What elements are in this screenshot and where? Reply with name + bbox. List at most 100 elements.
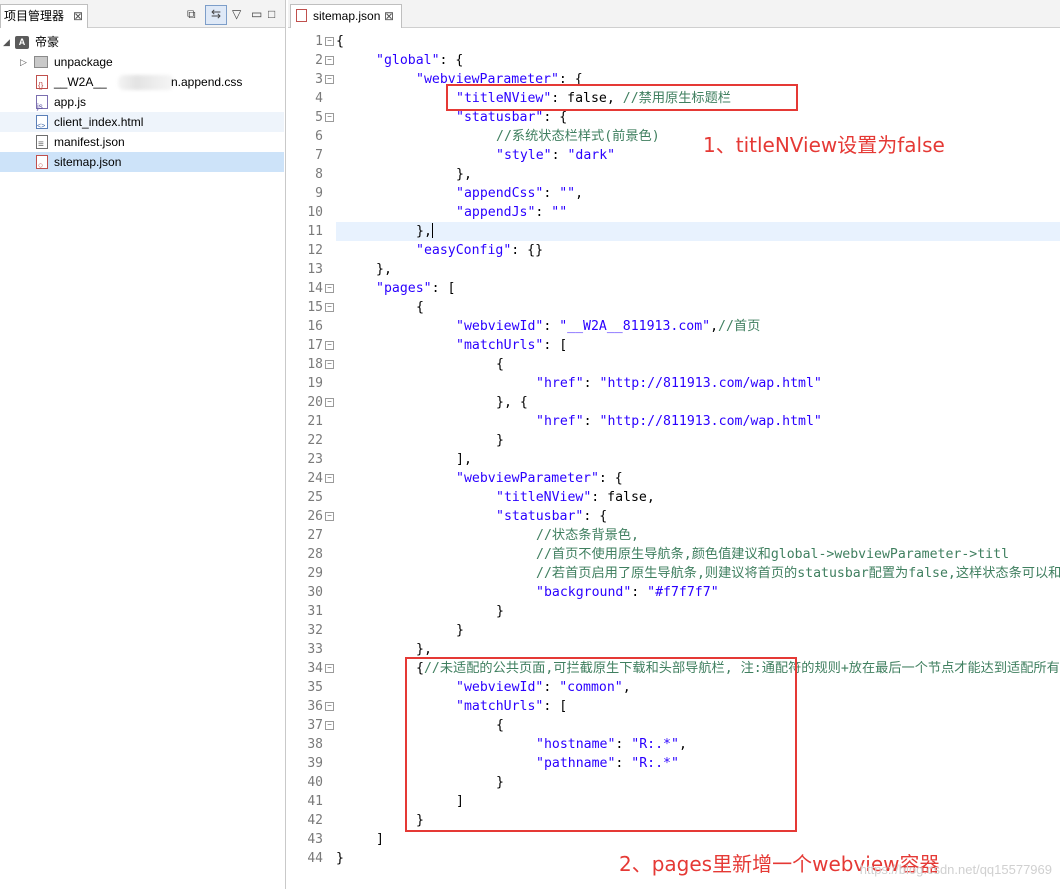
collapse-all-icon[interactable]: ⧉: [187, 6, 196, 22]
code-line[interactable]: },: [416, 222, 433, 241]
line-number: 11: [307, 224, 323, 239]
code-line[interactable]: "webviewParameter": {: [456, 469, 623, 488]
code-punct: },: [456, 167, 472, 182]
fold-toggle-icon[interactable]: −: [325, 341, 334, 350]
line-number: 9: [315, 186, 323, 201]
code-line[interactable]: "statusbar": {: [496, 507, 607, 526]
code-line[interactable]: {: [336, 32, 344, 51]
line-number: 25: [307, 490, 323, 505]
code-line[interactable]: }: [496, 431, 504, 450]
minimize-icon[interactable]: ▭: [251, 6, 262, 22]
tree-item-append-css[interactable]: __W2A__ n.append.css: [0, 72, 284, 96]
code-line[interactable]: }, {: [496, 393, 528, 412]
view-menu-icon[interactable]: ▽: [232, 6, 241, 22]
code-line[interactable]: ],: [456, 450, 472, 469]
code-line[interactable]: "easyConfig": {}: [416, 241, 543, 260]
close-icon[interactable]: ⊠: [384, 5, 394, 27]
code-comment: //首页不使用原生导航条,颜色值建议和global->webviewParame…: [536, 547, 1010, 562]
code-line[interactable]: //状态条背景色,: [536, 526, 639, 545]
code-line[interactable]: "matchUrls": [: [456, 336, 567, 355]
code-line[interactable]: "appendCss": "",: [456, 184, 583, 203]
code-line[interactable]: {: [496, 355, 504, 374]
code-key: "style": [496, 148, 552, 163]
code-punct: :: [543, 186, 560, 201]
tree-item-app-js[interactable]: app.js: [0, 92, 284, 117]
code-punct: },: [416, 224, 432, 239]
line-number: 5: [315, 110, 323, 125]
fold-toggle-icon[interactable]: −: [325, 75, 334, 84]
fold-toggle-icon[interactable]: −: [325, 360, 334, 369]
code-line[interactable]: //若首页启用了原生导航条,则建议将首页的statusbar配置为false,这…: [536, 564, 1060, 583]
fold-toggle-icon[interactable]: −: [325, 113, 334, 122]
project-icon: A: [15, 36, 29, 49]
tree-item-label: app.js: [54, 95, 87, 109]
line-number: 3: [315, 72, 323, 87]
code-line[interactable]: "href": "http://811913.com/wap.html": [536, 374, 822, 393]
json-file-icon: [36, 135, 48, 155]
code-line[interactable]: "href": "http://811913.com/wap.html": [536, 412, 822, 431]
code-key: "href": [536, 376, 584, 391]
fold-toggle-icon[interactable]: −: [325, 56, 334, 65]
code-line[interactable]: ]: [376, 830, 384, 849]
line-number: 43: [307, 832, 323, 847]
code-line[interactable]: {: [416, 298, 424, 317]
tree-item-sitemap[interactable]: sitemap.json: [0, 152, 284, 175]
tab-sitemap-json[interactable]: sitemap.json ⊠: [290, 4, 402, 28]
code-line[interactable]: "titleNView": false,: [496, 488, 655, 507]
fold-toggle-icon[interactable]: −: [325, 512, 334, 521]
code-line[interactable]: //首页不使用原生导航条,颜色值建议和global->webviewParame…: [536, 545, 1009, 564]
code-string: "http://811913.com/wap.html": [599, 414, 822, 429]
code-key: "titleNView": [496, 490, 592, 505]
code-line[interactable]: "background": "#f7f7f7": [536, 583, 719, 602]
line-number: 13: [307, 262, 323, 277]
code-key: "matchUrls": [456, 338, 544, 353]
line-number: 21: [307, 414, 323, 429]
link-with-editor-icon[interactable]: ⇆: [205, 5, 227, 25]
fold-toggle-icon[interactable]: −: [325, 37, 334, 46]
tab-project-explorer[interactable]: 项目管理器 ⊠: [0, 4, 88, 28]
line-number: 4: [315, 91, 323, 106]
line-number: 24: [307, 471, 323, 486]
code-line[interactable]: }: [336, 849, 344, 868]
fold-toggle-icon[interactable]: −: [325, 303, 334, 312]
code-line[interactable]: "appendJs": "": [456, 203, 567, 222]
code-line[interactable]: }: [456, 621, 464, 640]
tree-item-project[interactable]: ◢ A 帝豪: [0, 32, 284, 52]
code-key: "pages": [376, 281, 432, 296]
code-string: "dark": [567, 148, 616, 163]
fold-toggle-icon[interactable]: −: [325, 721, 334, 730]
code-punct: }: [496, 604, 504, 619]
code-line[interactable]: "pages": [: [376, 279, 455, 298]
html-file-icon: [36, 115, 48, 137]
code-line[interactable]: "global": {: [376, 51, 463, 70]
fold-toggle-icon[interactable]: −: [325, 702, 334, 711]
code-line[interactable]: }: [496, 602, 504, 621]
tree-item-manifest[interactable]: manifest.json: [0, 132, 284, 155]
code-line[interactable]: "webviewId": "__W2A__811913.com",//首页: [456, 317, 760, 336]
maximize-icon[interactable]: □: [268, 6, 275, 22]
code-line[interactable]: },: [456, 165, 472, 184]
code-line[interactable]: "style": "dark": [496, 146, 615, 165]
code-key: "appendCss": [456, 186, 544, 201]
code-punct: :: [535, 205, 552, 220]
code-line[interactable]: },: [376, 260, 392, 279]
code-string: "http://811913.com/wap.html": [599, 376, 822, 391]
fold-toggle-icon[interactable]: −: [325, 284, 334, 293]
js-file-icon: [36, 95, 48, 117]
code-punct: {: [496, 357, 504, 372]
expanded-arrow-icon[interactable]: ◢: [3, 32, 10, 52]
code-punct: ,: [575, 186, 584, 201]
fold-toggle-icon[interactable]: −: [325, 398, 334, 407]
close-icon[interactable]: ⊠: [73, 5, 83, 27]
line-number: 41: [307, 794, 323, 809]
collapsed-arrow-icon[interactable]: ▷: [20, 52, 27, 72]
tree-item-unpackage[interactable]: ▷ unpackage: [0, 52, 284, 72]
tree-item-client-index[interactable]: client_index.html: [0, 112, 284, 137]
fold-toggle-icon[interactable]: −: [325, 664, 334, 673]
line-number: 35: [307, 680, 323, 695]
code-punct: : [: [543, 338, 568, 353]
fold-toggle-icon[interactable]: −: [325, 474, 334, 483]
code-line[interactable]: //系统状态栏样式(前景色): [496, 127, 660, 146]
code-comment: //状态条背景色,: [536, 528, 639, 543]
code-punct: },: [376, 262, 392, 277]
